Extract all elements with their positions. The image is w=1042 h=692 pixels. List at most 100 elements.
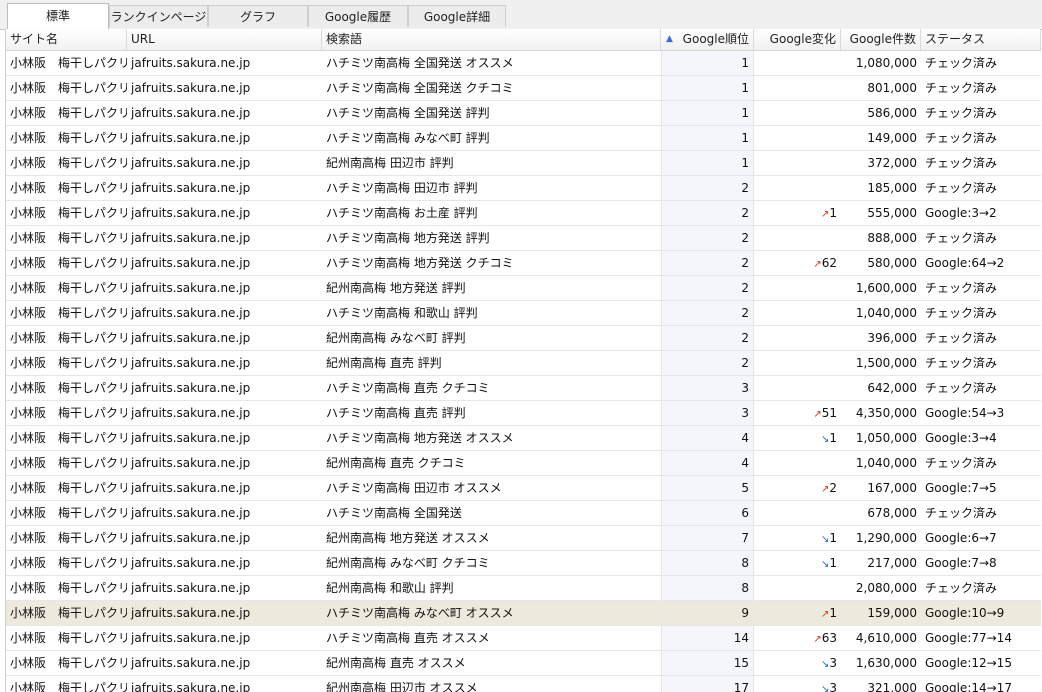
change-value: 1 — [829, 431, 837, 445]
table-row[interactable]: 小林阪 梅干しパクリサ jafruits.sakura.ne.jp 紀州南高梅 田辺… — [6, 151, 1041, 176]
cell-google-count: 1,630,000 — [855, 656, 917, 670]
cell-url: jafruits.sakura.ne.jp — [131, 431, 251, 445]
table-row[interactable]: 小林阪 梅干しパクリサ jafruits.sakura.ne.jp 紀州南高梅 直売… — [6, 351, 1041, 376]
table-row[interactable]: 小林阪 梅干しパクリサ jafruits.sakura.ne.jp ハチミツ南高梅 … — [6, 501, 1041, 526]
change-value: 1 — [829, 556, 837, 570]
table-row[interactable]: 小林阪 梅干しパクリサ jafruits.sakura.ne.jp ハチミツ南高梅 … — [6, 51, 1041, 76]
cell-google-count: 678,000 — [867, 506, 917, 520]
table-row[interactable]: 小林阪 梅干しパクリサ jafruits.sakura.ne.jp 紀州南高梅 和歌… — [6, 576, 1041, 601]
table-row[interactable]: 小林阪 梅干しパクリサ jafruits.sakura.ne.jp 紀州南高梅 直売… — [6, 451, 1041, 476]
table-row[interactable]: 小林阪 梅干しパクリサ jafruits.sakura.ne.jp ハチミツ南高梅 … — [6, 176, 1041, 201]
tab-graph[interactable]: グラフ — [208, 5, 308, 27]
table-row[interactable]: 小林阪 梅干しパクリサ jafruits.sakura.ne.jp ハチミツ南高梅 … — [6, 626, 1041, 651]
column-header-keyword[interactable]: 検索語 — [322, 29, 661, 50]
cell-keyword: ハチミツ南高梅 直売 クチコミ — [326, 381, 490, 395]
cell-keyword: ハチミツ南高梅 和歌山 評判 — [326, 306, 478, 320]
cell-google-rank: 3 — [661, 401, 754, 425]
cell-google-change: ↗2 — [754, 476, 841, 500]
table-row[interactable]: 小林阪 梅干しパクリサ jafruits.sakura.ne.jp 紀州南高梅 直売… — [6, 651, 1041, 676]
table-row[interactable]: 小林阪 梅干しパクリサ jafruits.sakura.ne.jp 紀州南高梅 みな… — [6, 326, 1041, 351]
cell-google-count: 4,350,000 — [855, 406, 917, 420]
table-row[interactable]: 小林阪 梅干しパクリサ jafruits.sakura.ne.jp ハチミツ南高梅 … — [6, 301, 1041, 326]
column-header-status[interactable]: ステータス — [921, 29, 1041, 50]
cell-google-rank: 2 — [661, 351, 754, 375]
column-header-google-rank[interactable]: ▲ Google順位 — [661, 29, 754, 50]
cell-site: 小林阪 梅干しパクリサ — [10, 556, 127, 570]
column-header-google-rank-label: Google順位 — [682, 32, 749, 46]
table-row[interactable]: 小林阪 梅干しパクリサ jafruits.sakura.ne.jp ハチミツ南高梅 … — [6, 101, 1041, 126]
change-value: 1 — [829, 206, 837, 220]
table-row[interactable]: 小林阪 梅干しパクリサ jafruits.sakura.ne.jp ハチミツ南高梅 … — [6, 476, 1041, 501]
table-row[interactable]: 小林阪 梅干しパクリサ jafruits.sakura.ne.jp ハチミツ南高梅 … — [6, 76, 1041, 101]
cell-google-change: ↗1 — [754, 601, 841, 625]
column-header-url[interactable]: URL — [127, 29, 322, 50]
cell-google-count: 1,040,000 — [855, 306, 917, 320]
cell-google-change — [754, 176, 841, 200]
arrow-up-right-icon: ↗ — [813, 634, 822, 645]
cell-status: Google:54→3 — [925, 406, 1005, 420]
tab-google-detail[interactable]: Google詳細 — [408, 5, 506, 27]
table-row[interactable]: 小林阪 梅干しパクリサ jafruits.sakura.ne.jp ハチミツ南高梅 … — [6, 126, 1041, 151]
table-row[interactable]: 小林阪 梅干しパクリサ jafruits.sakura.ne.jp ハチミツ南高梅 … — [6, 401, 1041, 426]
cell-keyword: ハチミツ南高梅 地方発送 オススメ — [326, 431, 514, 445]
cell-google-rank: 1 — [661, 101, 754, 125]
cell-google-count: 396,000 — [867, 331, 917, 345]
table-row[interactable]: 小林阪 梅干しパクリサ jafruits.sakura.ne.jp ハチミツ南高梅 … — [6, 426, 1041, 451]
cell-google-change: ↗1 — [754, 201, 841, 225]
cell-status: チェック済み — [925, 281, 998, 295]
table-row[interactable]: 小林阪 梅干しパクリサ jafruits.sakura.ne.jp 紀州南高梅 地方… — [6, 276, 1041, 301]
cell-google-count: 642,000 — [867, 381, 917, 395]
cell-google-count: 159,000 — [867, 606, 917, 620]
cell-keyword: 紀州南高梅 地方発送 評判 — [326, 281, 466, 295]
cell-google-change — [754, 226, 841, 250]
cell-google-rank: 8 — [661, 576, 754, 600]
cell-google-change — [754, 501, 841, 525]
table-row[interactable]: 小林阪 梅干しパクリサ jafruits.sakura.ne.jp ハチミツ南高梅 … — [6, 201, 1041, 226]
cell-google-count: 185,000 — [867, 181, 917, 195]
table-row[interactable]: 小林阪 梅干しパクリサ jafruits.sakura.ne.jp ハチミツ南高梅 … — [6, 601, 1041, 626]
cell-google-change: ↘3 — [754, 676, 841, 692]
cell-status: Google:64→2 — [925, 256, 1005, 270]
cell-keyword: 紀州南高梅 直売 オススメ — [326, 656, 466, 670]
cell-url: jafruits.sakura.ne.jp — [131, 381, 251, 395]
tab-rankin-page[interactable]: ランクインページ — [109, 5, 208, 27]
cell-status: チェック済み — [925, 81, 998, 95]
cell-site: 小林阪 梅干しパクリサ — [10, 256, 127, 270]
cell-google-rank: 4 — [661, 451, 754, 475]
sort-ascending-icon: ▲ — [666, 34, 673, 44]
table-row[interactable]: 小林阪 梅干しパクリサ jafruits.sakura.ne.jp 紀州南高梅 地方… — [6, 526, 1041, 551]
cell-keyword: ハチミツ南高梅 全国発送 — [326, 506, 462, 520]
table-row[interactable]: 小林阪 梅干しパクリサ jafruits.sakura.ne.jp ハチミツ南高梅 … — [6, 376, 1041, 401]
grid-body: 小林阪 梅干しパクリサ jafruits.sakura.ne.jp ハチミツ南高梅 … — [6, 51, 1041, 692]
cell-google-rank: 2 — [661, 301, 754, 325]
cell-status: チェック済み — [925, 506, 998, 520]
column-header-google-change[interactable]: Google変化 — [754, 29, 841, 50]
column-header-site[interactable]: サイト名 — [6, 29, 127, 50]
cell-keyword: ハチミツ南高梅 みなべ町 評判 — [326, 131, 490, 145]
cell-keyword: ハチミツ南高梅 直売 評判 — [326, 406, 466, 420]
cell-google-count: 1,500,000 — [855, 356, 917, 370]
table-row[interactable]: 小林阪 梅干しパクリサ jafruits.sakura.ne.jp ハチミツ南高梅 … — [6, 251, 1041, 276]
change-value: 2 — [829, 481, 837, 495]
table-row[interactable]: 小林阪 梅干しパクリサ jafruits.sakura.ne.jp 紀州南高梅 みな… — [6, 551, 1041, 576]
cell-site: 小林阪 梅干しパクリサ — [10, 231, 127, 245]
cell-site: 小林阪 梅干しパクリサ — [10, 56, 127, 70]
cell-site: 小林阪 梅干しパクリサ — [10, 356, 127, 370]
cell-status: Google:7→5 — [925, 481, 997, 495]
column-header-google-count[interactable]: Google件数 — [841, 29, 921, 50]
tab-standard[interactable]: 標準 — [7, 3, 109, 29]
cell-google-rank: 4 — [661, 426, 754, 450]
cell-google-count: 4,610,000 — [855, 631, 917, 645]
cell-google-change: ↘3 — [754, 651, 841, 675]
cell-google-rank: 1 — [661, 151, 754, 175]
cell-site: 小林阪 梅干しパクリサ — [10, 606, 127, 620]
cell-google-change — [754, 576, 841, 600]
table-row[interactable]: 小林阪 梅干しパクリサ jafruits.sakura.ne.jp ハチミツ南高梅 … — [6, 226, 1041, 251]
change-value: 3 — [829, 656, 837, 670]
cell-site: 小林阪 梅干しパクリサ — [10, 681, 127, 692]
cell-site: 小林阪 梅干しパクリサ — [10, 431, 127, 445]
tab-google-history[interactable]: Google履歴 — [308, 5, 408, 27]
cell-google-count: 1,050,000 — [855, 431, 917, 445]
table-row[interactable]: 小林阪 梅干しパクリサ jafruits.sakura.ne.jp 紀州南高梅 田辺… — [6, 676, 1041, 692]
cell-status: Google:3→2 — [925, 206, 997, 220]
